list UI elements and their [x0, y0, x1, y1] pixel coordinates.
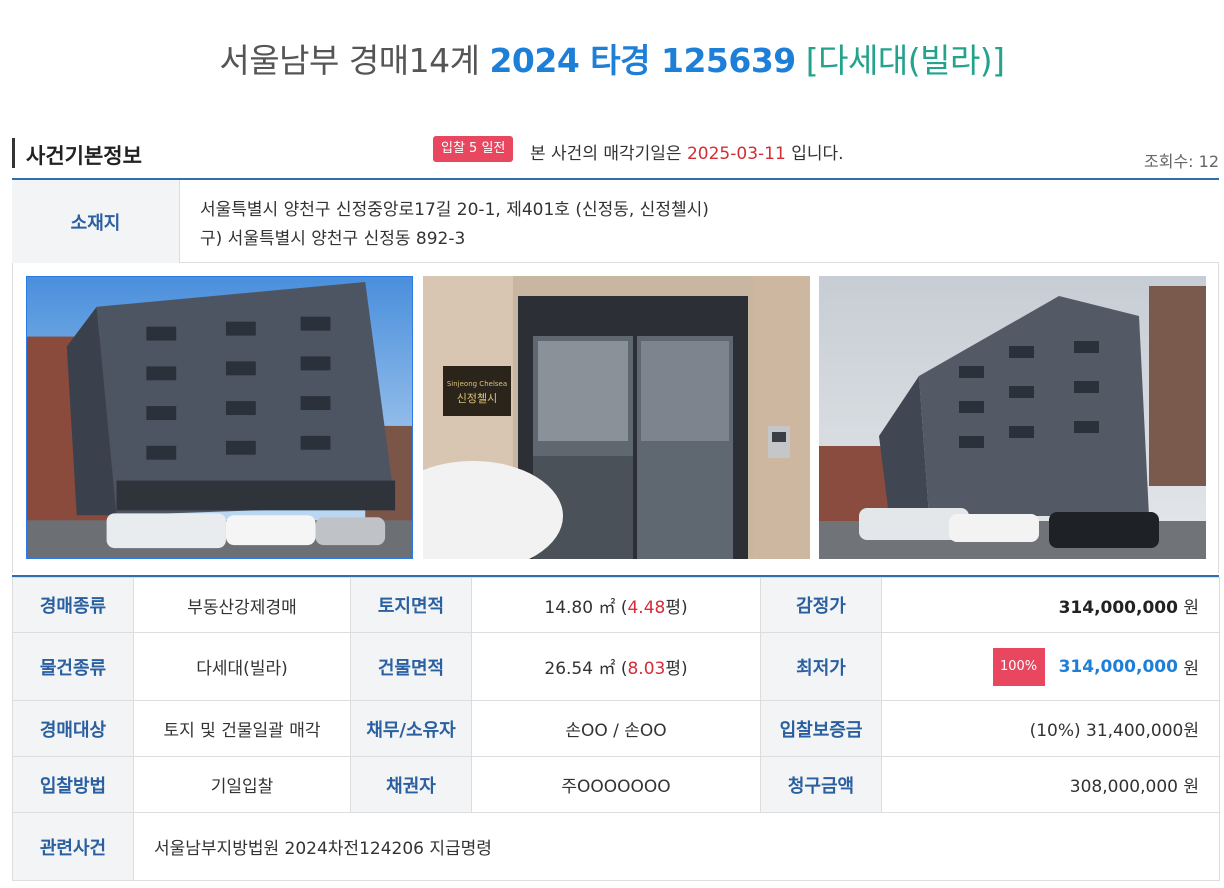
appraisal-value: 314,000,000: [1058, 597, 1178, 618]
table-row: 경매종류 부동산강제경매 토지면적 14.80 ㎡ (4.48평) 감정가 31…: [12, 577, 1220, 633]
appraisal-value-cell: 314,000,000 원: [881, 577, 1220, 633]
debtor-label: 채무/소유자: [350, 700, 472, 757]
land-area-pyeong: 4.48: [627, 597, 666, 618]
building-area-label: 건물면적: [350, 632, 472, 701]
building-area-pyeong: 8.03: [627, 659, 666, 679]
claim-value: 308,000,000 원: [881, 756, 1220, 813]
photo-building-entrance[interactable]: Sinjeong Chelsea 신정첼시: [423, 276, 810, 559]
land-area-label: 토지면적: [350, 577, 472, 633]
target-value: 토지 및 건물일괄 매각: [133, 700, 351, 757]
min-price-label: 최저가: [760, 632, 882, 701]
location-text: 서울특별시 양천구 신정중앙로17길 20-1, 제401호 (신정동, 신정첼…: [200, 196, 709, 254]
photo-building-side[interactable]: [819, 276, 1206, 559]
section-header: 사건기본정보 입찰 5 일전 본 사건의 매각기일은 2025-03-11 입니…: [12, 136, 1219, 172]
sale-date: 2025-03-11: [686, 144, 786, 164]
sign-latin: Sinjeong Chelsea: [447, 380, 507, 388]
building-area-unit: 평): [665, 659, 688, 679]
related-case-label: 관련사건: [12, 812, 134, 881]
min-price-percent-badge: 100%: [992, 647, 1045, 686]
debtor-value: 손OO / 손OO: [471, 700, 761, 757]
section-bar: [12, 138, 15, 168]
min-price-cell: 100% 314,000,000 원: [881, 632, 1220, 701]
old-address: 구) 서울특별시 양천구 신정동 892-3: [200, 229, 466, 249]
photo-gallery: Sinjeong Chelsea 신정첼시: [12, 263, 1219, 573]
sale-date-notice: 본 사건의 매각기일은 2025-03-11 입니다.: [530, 139, 844, 164]
appraisal-label: 감정가: [760, 577, 882, 633]
property-type: [다세대(빌라)]: [805, 41, 1005, 80]
creditor-value: 주OOOOOOO: [471, 756, 761, 813]
case-number: 2024 타경 125639: [489, 41, 796, 80]
location-label: 소재지: [12, 180, 180, 263]
case-info-table: 경매종류 부동산강제경매 토지면적 14.80 ㎡ (4.48평) 감정가 31…: [12, 577, 1220, 881]
view-count: 조회수: 12: [1144, 152, 1219, 171]
sign-hangul: 신정첼시: [457, 392, 497, 405]
related-case-value: 서울남부지방법원 2024차전124206 지급명령: [133, 812, 1220, 881]
item-type-label: 물건종류: [12, 632, 134, 701]
auction-type-label: 경매종류: [12, 577, 134, 633]
deposit-label: 입찰보증금: [760, 700, 882, 757]
bid-method-value: 기일입찰: [133, 756, 351, 813]
item-type-value: 다세대(빌라): [133, 632, 351, 701]
claim-label: 청구금액: [760, 756, 882, 813]
deposit-value: (10%) 31,400,000원: [881, 700, 1220, 757]
min-price-won: 원: [1183, 659, 1199, 679]
bid-method-label: 입찰방법: [12, 756, 134, 813]
building-area-m2: 26.54 ㎡ (: [544, 659, 628, 679]
location-row: 소재지 서울특별시 양천구 신정중앙로17길 20-1, 제401호 (신정동,…: [12, 180, 1219, 263]
appraisal-won: 원: [1183, 597, 1199, 618]
target-label: 경매대상: [12, 700, 134, 757]
table-row: 경매대상 토지 및 건물일괄 매각 채무/소유자 손OO / 손OO 입찰보증금…: [12, 700, 1220, 757]
table-row: 입찰방법 기일입찰 채권자 주OOOOOOO 청구금액 308,000,000 …: [12, 756, 1220, 813]
land-area-value: 14.80 ㎡ (4.48평): [471, 577, 761, 633]
page-title: 서울남부 경매14계 2024 타경 125639 [다세대(빌라)]: [0, 34, 1224, 82]
land-area-unit: 평): [665, 597, 688, 618]
section-title: 사건기본정보: [26, 144, 142, 168]
notice-prefix: 본 사건의 매각기일은: [530, 144, 682, 164]
court-name: 서울남부 경매14계: [219, 41, 480, 80]
days-left-badge: 입찰 5 일전: [433, 136, 514, 162]
auction-type-value: 부동산강제경매: [133, 577, 351, 633]
address: 서울특별시 양천구 신정중앙로17길 20-1, 제401호 (신정동, 신정첼…: [200, 200, 709, 220]
land-area-m2: 14.80 ㎡ (: [544, 597, 628, 618]
creditor-label: 채권자: [350, 756, 472, 813]
building-area-value: 26.54 ㎡ (8.03평): [471, 632, 761, 701]
min-price-value: 314,000,000: [1058, 656, 1178, 677]
table-row: 물건종류 다세대(빌라) 건물면적 26.54 ㎡ (8.03평) 최저가 10…: [12, 632, 1220, 701]
notice-suffix: 입니다.: [791, 144, 844, 164]
table-row: 관련사건 서울남부지방법원 2024차전124206 지급명령: [12, 812, 1220, 881]
photo-building-front[interactable]: [26, 276, 413, 559]
